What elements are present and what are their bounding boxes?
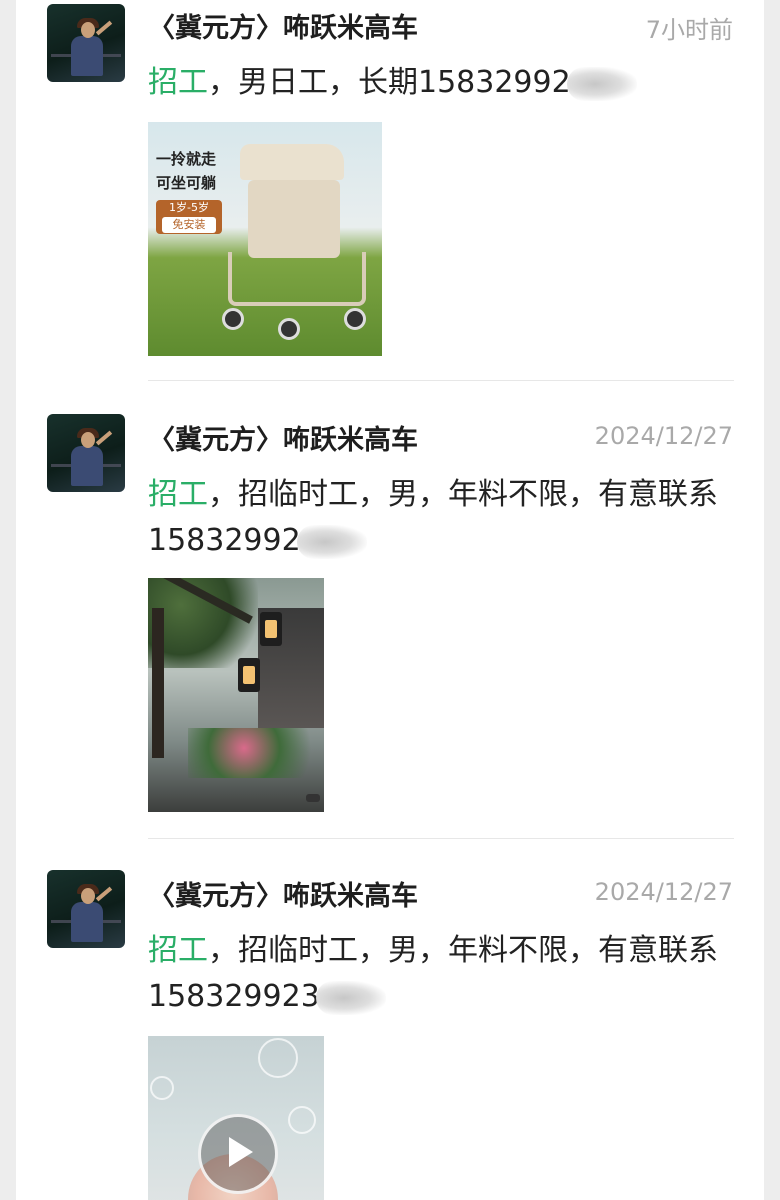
post-text: 招工，招临时工，男，年料不限，有意联系158329923	[148, 928, 734, 1020]
highlight-keyword[interactable]: 招工	[148, 65, 208, 100]
highlight-keyword[interactable]: 招工	[148, 933, 208, 968]
post-text: 招工，招临时工，男，年料不限，有意联系15832992	[148, 472, 734, 564]
post-divider	[148, 838, 734, 839]
photo-caption-1: 一拎就走	[156, 150, 217, 168]
redacted-blur	[296, 524, 367, 559]
post-time: 2024/12/27	[594, 422, 733, 450]
post-body: ，招临时工，男，年料不限，有意联系15832992	[148, 477, 718, 558]
post-time: 7小时前	[645, 16, 733, 44]
author-name[interactable]: 〈冀元方〉咘跃米高车	[148, 418, 418, 457]
image-badge	[306, 794, 320, 802]
post-body: ，男日工，长期15832992	[208, 65, 571, 100]
post-divider	[148, 380, 734, 381]
moments-feed: 〈冀元方〉咘跃米高车 7小时前 招工，男日工，长期15832992 一拎就走 可…	[16, 0, 764, 1200]
lantern-photo[interactable]	[148, 578, 324, 812]
avatar[interactable]	[47, 414, 125, 492]
author-name[interactable]: 〈冀元方〉咘跃米高车	[148, 6, 418, 45]
author-name[interactable]: 〈冀元方〉咘跃米高车	[148, 874, 418, 913]
redacted-blur	[315, 980, 386, 1015]
post-time: 2024/12/27	[594, 878, 733, 906]
age-range: 1岁-5岁	[169, 201, 209, 214]
post-text: 招工，男日工，长期15832992	[148, 60, 734, 106]
play-icon[interactable]	[198, 1114, 278, 1194]
stroller-photo[interactable]: 一拎就走 可坐可躺 1岁-5岁 免安装	[148, 122, 382, 356]
install-label: 免安装	[162, 217, 216, 233]
photo-caption-2: 可坐可躺	[156, 174, 217, 192]
video-thumbnail[interactable]	[148, 1036, 324, 1200]
age-badge: 1岁-5岁 免安装	[156, 200, 222, 234]
avatar[interactable]	[47, 870, 125, 948]
avatar[interactable]	[47, 4, 125, 82]
post-body: ，招临时工，男，年料不限，有意联系158329923	[148, 933, 718, 1014]
highlight-keyword[interactable]: 招工	[148, 477, 208, 512]
redacted-blur	[566, 66, 637, 101]
